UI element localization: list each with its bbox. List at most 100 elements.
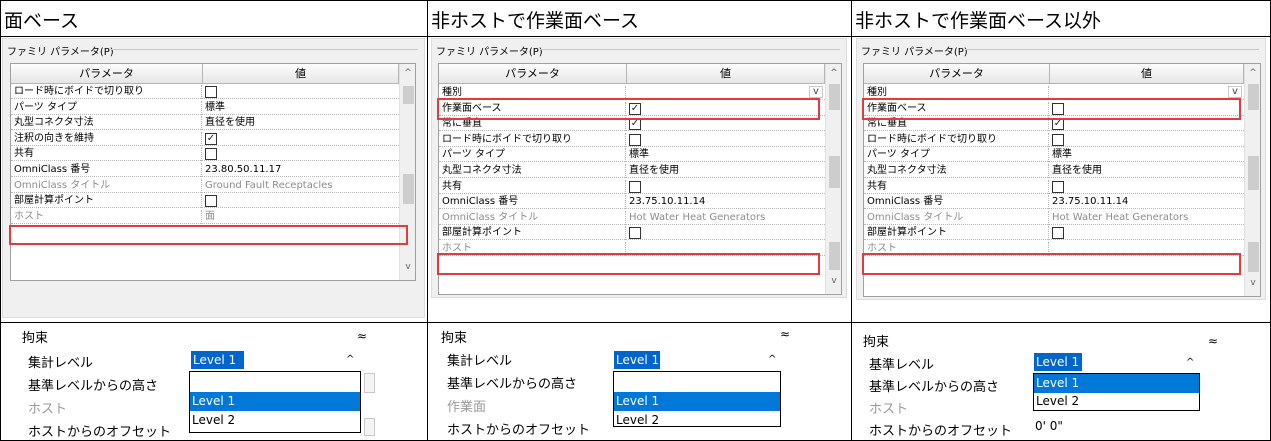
dropdown-caret-icon[interactable]: ^ bbox=[768, 354, 776, 365]
level-dropdown-list[interactable]: Level 1 Level 2 bbox=[1033, 373, 1200, 411]
param-row[interactable]: OmniClass タイトル Hot Water Heat Generators bbox=[439, 210, 825, 225]
scroll-thumb[interactable] bbox=[403, 174, 414, 204]
scroll-thumb[interactable] bbox=[1248, 84, 1259, 110]
level-option[interactable]: Level 1 bbox=[614, 392, 780, 411]
dropdown-caret-icon[interactable]: ^ bbox=[346, 354, 354, 365]
collapse-icon[interactable]: ≈ bbox=[1208, 334, 1218, 348]
checkbox-empty[interactable] bbox=[629, 180, 641, 193]
scroll-thumb[interactable] bbox=[829, 156, 840, 188]
level-option[interactable]: Level 2 bbox=[190, 411, 360, 430]
level-option[interactable]: Level 1 bbox=[190, 392, 360, 411]
param-value[interactable]: 23.75.10.11.14 bbox=[629, 195, 705, 208]
params-table[interactable]: パラメータ 値 種別 v 作業面ベース 常に垂直 ✓ ロード時にボイドで切り取り パーツ タ… bbox=[863, 63, 1261, 297]
param-row[interactable]: ホスト bbox=[439, 242, 825, 256]
param-row[interactable]: 丸型コネクタ寸法 直径を使用 bbox=[439, 164, 825, 178]
param-value[interactable]: 標準 bbox=[1052, 148, 1072, 161]
scroll-thumb[interactable] bbox=[1248, 156, 1259, 190]
param-value[interactable]: Hot Water Heat Generators bbox=[1052, 211, 1188, 224]
scroll-up-icon[interactable]: ^ bbox=[828, 68, 840, 78]
vertical-scrollbar[interactable]: ^ v bbox=[825, 64, 841, 294]
checkbox-checked[interactable]: ✓ bbox=[629, 118, 641, 131]
param-row[interactable]: パーツ タイプ 標準 bbox=[11, 100, 399, 115]
level-dropdown-list[interactable]: Level 1 Level 2 bbox=[613, 371, 781, 427]
param-row[interactable]: OmniClass タイトル Ground Fault Receptacles bbox=[11, 178, 399, 193]
checkbox-empty[interactable] bbox=[1052, 133, 1064, 146]
level-dropdown-list[interactable]: Level 1 Level 2 bbox=[189, 371, 361, 433]
scroll-thumb[interactable] bbox=[829, 84, 840, 110]
param-row[interactable]: 常に垂直 ✓ bbox=[864, 117, 1244, 132]
checkbox-empty[interactable] bbox=[1052, 180, 1064, 193]
param-row[interactable]: 種別 v bbox=[864, 86, 1244, 100]
level-select[interactable]: Level 1 bbox=[191, 351, 244, 369]
param-row[interactable]: OmniClass 番号 23.75.10.11.14 bbox=[439, 195, 825, 210]
param-row[interactable]: 常に垂直 ✓ bbox=[439, 117, 825, 132]
checkbox-checked[interactable]: ✓ bbox=[1052, 118, 1064, 131]
param-value[interactable]: 標準 bbox=[205, 101, 225, 114]
param-row[interactable]: 丸型コネクタ寸法 直径を使用 bbox=[864, 164, 1244, 178]
scroll-up-icon[interactable]: ^ bbox=[1247, 68, 1259, 78]
collapse-icon[interactable]: ≈ bbox=[780, 327, 790, 341]
checkbox-empty[interactable] bbox=[629, 227, 641, 240]
param-value[interactable]: 面 bbox=[205, 210, 215, 223]
host-offset-value[interactable]: 0' 0" bbox=[1035, 419, 1063, 433]
param-row[interactable]: 共有 bbox=[11, 147, 399, 162]
param-value[interactable]: 23.80.50.11.17 bbox=[205, 163, 281, 176]
param-row[interactable]: 部屋計算ポイント bbox=[864, 226, 1244, 241]
checkbox-empty[interactable] bbox=[1052, 227, 1064, 240]
scroll-thumb[interactable] bbox=[829, 242, 840, 270]
param-value[interactable]: Hot Water Heat Generators bbox=[629, 211, 765, 224]
param-row[interactable]: 注釈の向きを維持 ✓ bbox=[11, 131, 399, 146]
chevron-down-icon[interactable]: v bbox=[809, 86, 823, 98]
scroll-thumb[interactable] bbox=[1248, 242, 1259, 272]
param-row[interactable]: 部屋計算ポイント bbox=[439, 226, 825, 241]
param-value[interactable]: 直径を使用 bbox=[1052, 164, 1102, 177]
scroll-thumb[interactable] bbox=[403, 86, 414, 104]
level-option[interactable]: Level 2 bbox=[614, 411, 780, 430]
param-row[interactable]: ロード時にボイドで切り取り bbox=[864, 132, 1244, 147]
param-row[interactable]: 丸型コネクタ寸法 直径を使用 bbox=[11, 116, 399, 131]
param-row[interactable]: OmniClass 番号 23.75.10.11.14 bbox=[864, 195, 1244, 210]
checkbox-checked[interactable]: ✓ bbox=[205, 132, 217, 145]
level-select[interactable]: Level 1 bbox=[614, 351, 660, 369]
vertical-scrollbar[interactable]: ^ v bbox=[1244, 64, 1260, 296]
param-row[interactable]: 作業面ベース bbox=[864, 101, 1244, 116]
checkbox-empty[interactable] bbox=[1052, 102, 1064, 115]
param-row[interactable]: パーツ タイプ 標準 bbox=[864, 148, 1244, 163]
param-row[interactable]: ロード時にボイドで切り取り bbox=[439, 132, 825, 147]
scroll-down-icon[interactable]: v bbox=[828, 276, 840, 286]
scroll-up-icon[interactable]: ^ bbox=[402, 68, 414, 78]
scroll-down-icon[interactable]: v bbox=[402, 262, 414, 272]
param-row[interactable]: ロード時にボイドで切り取り bbox=[11, 85, 399, 99]
param-name: 注釈の向きを維持 bbox=[14, 132, 94, 144]
param-row[interactable]: パーツ タイプ 標準 bbox=[439, 148, 825, 163]
params-table[interactable]: パラメータ 値 ロード時にボイドで切り取り パーツ タイプ 標準 丸型コネクタ寸法 直径… bbox=[10, 63, 416, 281]
param-row[interactable]: 共有 bbox=[864, 179, 1244, 194]
level-option[interactable]: Level 1 bbox=[1034, 374, 1199, 393]
level-select[interactable]: Level 1 bbox=[1034, 353, 1082, 371]
param-value[interactable]: 直径を使用 bbox=[629, 164, 679, 177]
checkbox-checked[interactable]: ✓ bbox=[629, 102, 641, 115]
param-row[interactable]: OmniClass 番号 23.80.50.11.17 bbox=[11, 163, 399, 177]
param-value[interactable]: 標準 bbox=[629, 148, 649, 161]
checkbox-empty[interactable] bbox=[205, 148, 217, 161]
collapse-icon[interactable]: ≈ bbox=[357, 329, 367, 343]
param-row[interactable]: 共有 bbox=[439, 179, 825, 194]
param-row[interactable]: OmniClass タイトル Hot Water Heat Generators bbox=[864, 210, 1244, 225]
dropdown-caret-icon[interactable]: ^ bbox=[1186, 357, 1194, 368]
param-value[interactable]: 直径を使用 bbox=[205, 116, 255, 129]
checkbox-empty[interactable] bbox=[629, 133, 641, 146]
level-option[interactable]: Level 2 bbox=[1034, 392, 1199, 411]
param-row[interactable]: ホスト 面 bbox=[11, 209, 399, 224]
param-row[interactable]: 作業面ベース ✓ bbox=[439, 101, 825, 116]
checkbox-empty[interactable] bbox=[205, 86, 217, 98]
vertical-scrollbar[interactable]: ^ v bbox=[399, 64, 415, 280]
param-value[interactable]: Ground Fault Receptacles bbox=[205, 179, 332, 192]
param-row[interactable]: ホスト bbox=[864, 242, 1244, 256]
param-value[interactable]: 23.75.10.11.14 bbox=[1052, 195, 1128, 208]
param-row[interactable]: 種別 v bbox=[439, 86, 825, 100]
chevron-down-icon[interactable]: v bbox=[1228, 86, 1242, 98]
checkbox-empty[interactable] bbox=[205, 195, 217, 208]
scroll-down-icon[interactable]: v bbox=[1247, 278, 1259, 288]
param-row[interactable]: 部屋計算ポイント bbox=[11, 194, 399, 209]
params-table[interactable]: パラメータ 値 種別 v 作業面ベース ✓ 常に垂直 ✓ ロード時にボイドで切り取り パーツ … bbox=[438, 63, 842, 295]
